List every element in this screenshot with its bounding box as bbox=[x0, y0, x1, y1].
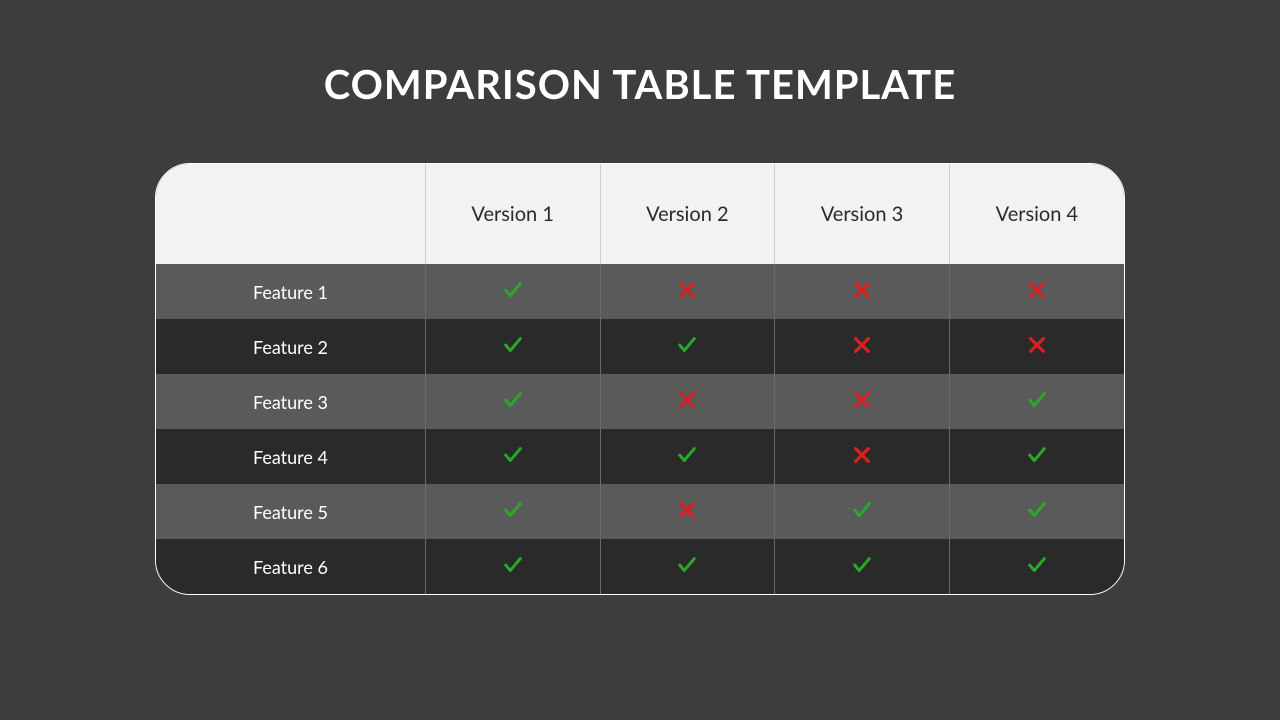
table-row: Feature 5 bbox=[156, 484, 1124, 539]
cell-cross bbox=[775, 429, 950, 484]
cell-check bbox=[600, 319, 775, 374]
header-col-1: Version 2 bbox=[600, 164, 775, 264]
header-col-0: Version 1 bbox=[425, 164, 600, 264]
cell-cross bbox=[949, 319, 1124, 374]
check-icon bbox=[676, 334, 698, 356]
cell-check bbox=[425, 264, 600, 319]
comparison-table: Version 1 Version 2 Version 3 Version 4 … bbox=[155, 163, 1125, 595]
check-icon bbox=[1026, 444, 1048, 466]
check-icon bbox=[851, 499, 873, 521]
cell-check bbox=[949, 429, 1124, 484]
cross-icon bbox=[676, 389, 698, 411]
table-row: Feature 3 bbox=[156, 374, 1124, 429]
header-col-3: Version 4 bbox=[949, 164, 1124, 264]
cell-check bbox=[949, 539, 1124, 594]
check-icon bbox=[1026, 554, 1048, 576]
check-icon bbox=[1026, 389, 1048, 411]
cell-check bbox=[600, 429, 775, 484]
cell-check bbox=[425, 319, 600, 374]
cell-check bbox=[425, 429, 600, 484]
cell-cross bbox=[775, 319, 950, 374]
cell-check bbox=[775, 484, 950, 539]
cross-icon bbox=[851, 389, 873, 411]
check-icon bbox=[851, 554, 873, 576]
cell-check bbox=[425, 484, 600, 539]
cross-icon bbox=[851, 334, 873, 356]
check-icon bbox=[676, 554, 698, 576]
cell-check bbox=[425, 374, 600, 429]
table-row: Feature 4 bbox=[156, 429, 1124, 484]
feature-label: Feature 2 bbox=[156, 319, 425, 374]
feature-label: Feature 5 bbox=[156, 484, 425, 539]
check-icon bbox=[502, 499, 524, 521]
check-icon bbox=[1026, 499, 1048, 521]
cell-cross bbox=[775, 264, 950, 319]
feature-label: Feature 6 bbox=[156, 539, 425, 594]
cell-cross bbox=[600, 374, 775, 429]
feature-label: Feature 1 bbox=[156, 264, 425, 319]
cell-check bbox=[949, 374, 1124, 429]
check-icon bbox=[502, 554, 524, 576]
cross-icon bbox=[676, 279, 698, 301]
cell-cross bbox=[600, 264, 775, 319]
page-title: COMPARISON TABLE TEMPLATE bbox=[324, 60, 957, 108]
cross-icon bbox=[1026, 279, 1048, 301]
header-empty-cell bbox=[156, 164, 425, 264]
cell-check bbox=[949, 484, 1124, 539]
cross-icon bbox=[676, 499, 698, 521]
cell-check bbox=[600, 539, 775, 594]
check-icon bbox=[502, 279, 524, 301]
cross-icon bbox=[851, 279, 873, 301]
table-row: Feature 2 bbox=[156, 319, 1124, 374]
cross-icon bbox=[851, 444, 873, 466]
check-icon bbox=[502, 389, 524, 411]
check-icon bbox=[502, 334, 524, 356]
header-col-2: Version 3 bbox=[775, 164, 950, 264]
check-icon bbox=[676, 444, 698, 466]
feature-label: Feature 4 bbox=[156, 429, 425, 484]
table-row: Feature 1 bbox=[156, 264, 1124, 319]
cell-check bbox=[775, 539, 950, 594]
table-header-row: Version 1 Version 2 Version 3 Version 4 bbox=[156, 164, 1124, 264]
table-row: Feature 6 bbox=[156, 539, 1124, 594]
slide-container: COMPARISON TABLE TEMPLATE Version 1 Vers… bbox=[0, 0, 1280, 720]
cell-check bbox=[425, 539, 600, 594]
feature-label: Feature 3 bbox=[156, 374, 425, 429]
cell-cross bbox=[600, 484, 775, 539]
cell-cross bbox=[949, 264, 1124, 319]
check-icon bbox=[502, 444, 524, 466]
cross-icon bbox=[1026, 334, 1048, 356]
cell-cross bbox=[775, 374, 950, 429]
